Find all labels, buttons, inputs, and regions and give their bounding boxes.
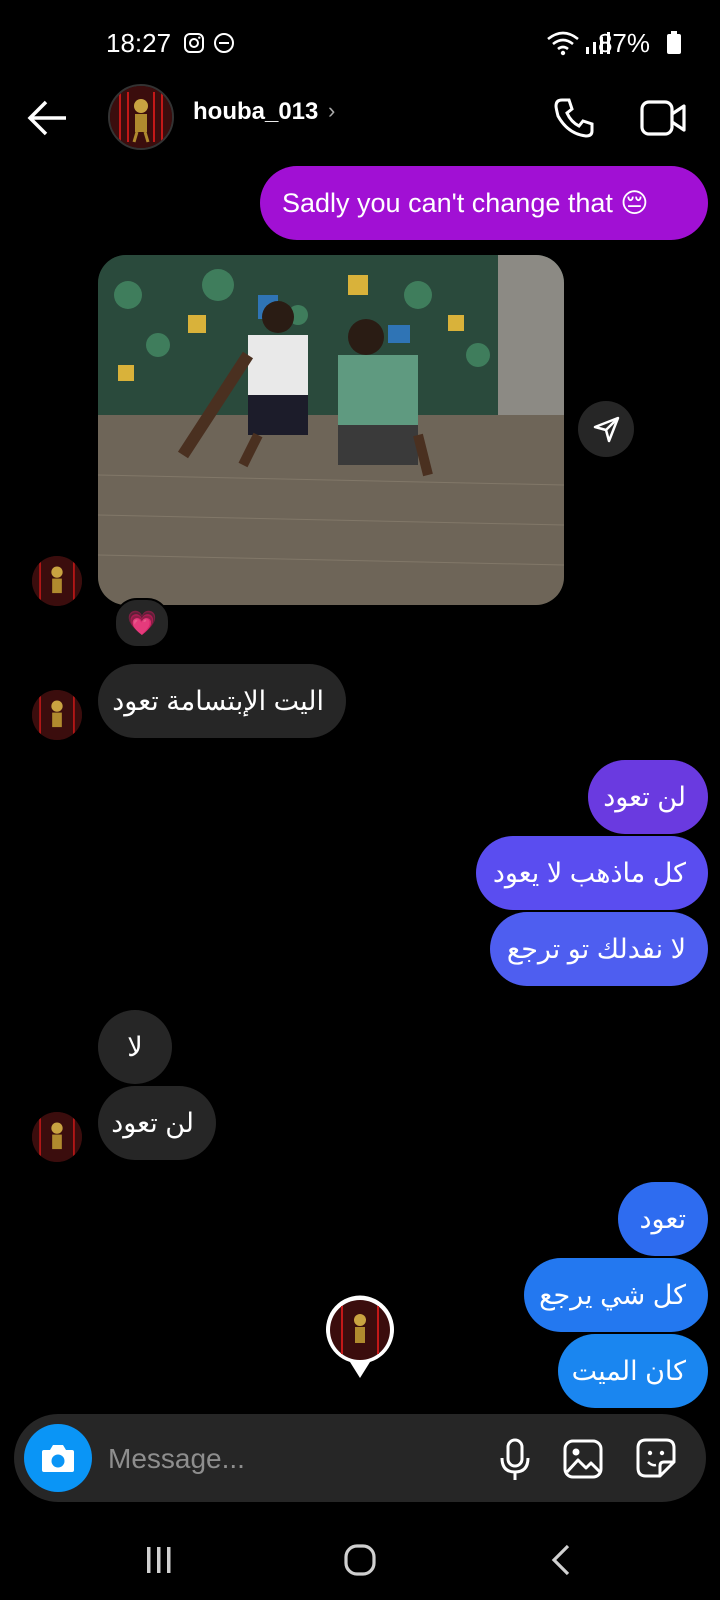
message-incoming[interactable]: اليت الإبتسامة تعود — [98, 664, 346, 738]
wifi-icon — [547, 31, 579, 56]
message-incoming[interactable]: لن تعود — [98, 1086, 216, 1160]
shared-photo[interactable] — [98, 255, 564, 605]
home-icon[interactable] — [342, 1542, 378, 1578]
share-icon — [593, 416, 620, 443]
gallery-icon[interactable] — [562, 1438, 604, 1480]
share-button[interactable] — [578, 401, 634, 457]
seen-avatar-image — [326, 1295, 394, 1378]
camera-button[interactable] — [24, 1424, 92, 1492]
sender-avatar[interactable] — [32, 690, 82, 740]
sender-avatar[interactable] — [32, 1112, 82, 1162]
nav-back-icon[interactable] — [548, 1542, 576, 1578]
phone-icon[interactable] — [552, 96, 596, 140]
battery-percent: 87% — [597, 28, 650, 58]
video-icon[interactable] — [640, 98, 688, 138]
message-outgoing[interactable]: كان الميت — [558, 1334, 708, 1408]
recents-icon[interactable] — [142, 1544, 176, 1576]
reaction-badge[interactable]: 💗 — [114, 598, 170, 648]
dnd-icon — [214, 33, 234, 53]
message-outgoing[interactable]: Sadly you can't change that 😔 — [260, 166, 708, 240]
message-outgoing[interactable]: لا نفدلك تو ترجع — [490, 912, 708, 986]
seen-avatar-marker[interactable] — [324, 1292, 396, 1380]
back-arrow-icon[interactable] — [26, 96, 70, 140]
avatar-image — [32, 690, 82, 740]
sticker-icon[interactable] — [634, 1436, 678, 1480]
avatar-image — [32, 556, 82, 606]
mic-icon[interactable] — [498, 1438, 532, 1482]
message-outgoing[interactable]: كل ماذهب لا يعود — [476, 836, 708, 910]
status-time: 18:27 — [106, 28, 172, 58]
sender-avatar[interactable] — [32, 556, 82, 606]
message-outgoing[interactable]: لن تعود — [588, 760, 708, 834]
instagram-icon — [184, 33, 204, 53]
avatar-image — [32, 1112, 82, 1162]
message-incoming[interactable]: لا — [98, 1010, 172, 1084]
header-avatar[interactable] — [108, 84, 174, 150]
message-outgoing[interactable]: كل شي يرجع — [524, 1258, 708, 1332]
message-outgoing[interactable]: تعود — [618, 1182, 708, 1256]
avatar-image — [110, 86, 172, 148]
photo-image — [98, 255, 564, 605]
header-username[interactable]: houba_013 — [193, 98, 318, 126]
chevron-right-icon[interactable]: › — [328, 98, 335, 124]
battery-icon — [667, 31, 681, 54]
message-input[interactable] — [106, 1430, 470, 1488]
camera-icon — [42, 1445, 74, 1472]
